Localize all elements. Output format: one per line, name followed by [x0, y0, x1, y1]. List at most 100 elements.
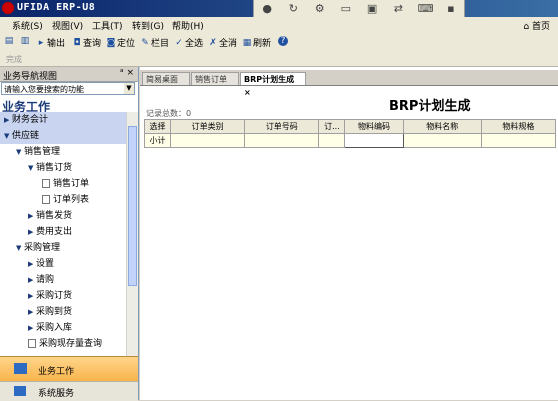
- nav-item[interactable]: 订单列表: [0, 192, 126, 208]
- refresh-icon: ▦: [242, 37, 252, 48]
- col-material-spec[interactable]: 物料规格: [480, 119, 557, 134]
- home-icon: ⌂: [523, 22, 530, 32]
- tab-brp-plan[interactable]: BRP计划生成 ×: [240, 72, 306, 97]
- nav-tree: ▶ 财务会计 ▼ 供应链 ▼ 销售管理 ▼ 销售订货 销售订单 订单列表 ▶ 销售发货 ▶ 费用支出 ▼ 采购…: [0, 112, 126, 358]
- menu-view[interactable]: 视图(V): [52, 19, 83, 32]
- nav-item[interactable]: ▼ 销售订货: [0, 160, 126, 176]
- nav-item-label: 供应链: [12, 131, 40, 141]
- col-order-number[interactable]: 订单号码: [244, 119, 320, 134]
- collapse-arrow-icon[interactable]: ▶: [28, 288, 36, 304]
- refresh-icon[interactable]: ↻: [286, 2, 300, 15]
- nav-item-label: 费用支出: [36, 227, 73, 237]
- col-material-code[interactable]: 物料编码: [344, 119, 404, 134]
- nav-item-label: 请购: [36, 275, 55, 285]
- deselect-all-button[interactable]: ✗ 全消: [208, 36, 238, 50]
- query-button[interactable]: ◘ 查询: [72, 36, 102, 50]
- main-area: 简易桌面 销售订单 BRP计划生成 × 记录总数：0 BRP计划生成 选择 订单…: [140, 67, 558, 400]
- nav-item[interactable]: ▼ 销售管理: [0, 144, 126, 160]
- pin-icon[interactable]: ᵃ: [120, 68, 124, 78]
- tab-bar: 简易桌面 销售订单 BRP计划生成 ×: [140, 70, 558, 97]
- expand-arrow-icon[interactable]: ▼: [28, 160, 36, 176]
- collapse-arrow-icon[interactable]: ▶: [28, 208, 36, 224]
- chat-icon[interactable]: ▭: [339, 2, 353, 15]
- keyboard-icon[interactable]: ⌨: [418, 2, 434, 15]
- menu-goto[interactable]: 转到(G): [132, 19, 164, 32]
- nav-item[interactable]: ▶ 费用支出: [0, 224, 126, 240]
- col-select[interactable]: 选择: [143, 119, 172, 134]
- gear-icon[interactable]: ⚙: [313, 2, 327, 15]
- collapse-arrow-icon[interactable]: ▶: [28, 224, 36, 240]
- grid-cell[interactable]: [318, 133, 346, 148]
- nav-item-label: 设置: [36, 259, 55, 269]
- monitor-icon[interactable]: ▣: [365, 2, 379, 15]
- help-icon: ?: [278, 36, 288, 46]
- select-all-button[interactable]: ✓ 全选: [174, 36, 203, 50]
- menu-system[interactable]: 系统(S): [12, 19, 43, 32]
- locate-icon: ◙: [106, 37, 116, 48]
- finish-button[interactable]: 完成: [6, 54, 22, 65]
- app-logo-icon: [2, 2, 14, 14]
- expand-arrow-icon[interactable]: ▼: [4, 128, 12, 144]
- nav-item[interactable]: ▶ 采购到货: [0, 304, 126, 320]
- collapse-arrow-icon[interactable]: ▶: [28, 256, 36, 272]
- refresh-button[interactable]: ▦ 刷新: [242, 36, 271, 50]
- col-order-truncated[interactable]: 订...: [318, 119, 346, 134]
- help-button[interactable]: ?: [278, 36, 289, 46]
- columns-button[interactable]: ✎ 栏目: [140, 36, 170, 50]
- nav-panel-header: 业务导航视图 ᵃ ×: [0, 67, 138, 82]
- nav-panel: 业务导航视图 ᵃ × 请输入您要搜索的功能 ▼ 业务工作 ▶ 财务会计 ▼ 供应链 ▼ 销…: [0, 67, 139, 401]
- nav-item[interactable]: ▶ 请购: [0, 272, 126, 288]
- collapse-arrow-icon[interactable]: ▶: [28, 320, 36, 336]
- preview-button[interactable]: ▥: [20, 36, 31, 46]
- grid-cell-selected[interactable]: [344, 133, 404, 148]
- expand-arrow-icon[interactable]: ▼: [16, 144, 24, 160]
- collapse-arrow-icon[interactable]: ▶: [28, 304, 36, 320]
- grid-cell[interactable]: [244, 133, 320, 148]
- col-material-name[interactable]: 物料名称: [402, 119, 482, 134]
- nav-bottom-system[interactable]: 系统服务: [0, 381, 138, 401]
- export-button[interactable]: ▸ 输出: [36, 36, 65, 50]
- query-label: 查询: [83, 39, 102, 49]
- chevron-down-icon[interactable]: ▼: [124, 83, 134, 94]
- nav-item[interactable]: 采购现存量查询: [0, 336, 126, 352]
- locate-button[interactable]: ◙ 定位: [106, 36, 135, 50]
- grid-cell[interactable]: [480, 133, 557, 148]
- columns-label: 栏目: [151, 39, 170, 49]
- menu-tools[interactable]: 工具(T): [92, 19, 123, 32]
- transfer-icon[interactable]: ⇄: [391, 2, 405, 15]
- menu-help[interactable]: 帮助(H): [172, 19, 204, 32]
- nav-search-input[interactable]: 请输入您要搜索的功能 ▼: [1, 82, 135, 95]
- nav-panel-close-icon[interactable]: ᵃ ×: [120, 68, 134, 78]
- print-button[interactable]: ▤: [4, 36, 15, 46]
- deselect-all-label: 全消: [219, 39, 238, 49]
- nav-item[interactable]: 销售订单: [0, 176, 126, 192]
- grid-cell[interactable]: [402, 133, 482, 148]
- nav-bottom-business[interactable]: 业务工作: [0, 356, 138, 382]
- home-link[interactable]: ⌂ 首页: [523, 19, 550, 32]
- collapse-arrow-icon[interactable]: ▶: [28, 272, 36, 288]
- col-order-type[interactable]: 订单类别: [170, 119, 246, 134]
- pin-icon[interactable]: ▪: [444, 2, 458, 15]
- nav-panel-title: 业务导航视图: [3, 72, 58, 82]
- window-controls[interactable]: [506, 0, 558, 17]
- nav-search-placeholder: 请输入您要搜索的功能: [4, 85, 84, 94]
- tab-simple-desktop[interactable]: 简易桌面: [142, 72, 190, 85]
- collapse-arrow-icon[interactable]: ▶: [4, 112, 12, 128]
- nav-item[interactable]: ▼ 采购管理: [0, 240, 126, 256]
- nav-item[interactable]: ▶ 设置: [0, 256, 126, 272]
- nav-item[interactable]: ▶ 采购订货: [0, 288, 126, 304]
- subtotal-label: 小计: [143, 133, 172, 148]
- nav-item[interactable]: ▼ 供应链: [0, 128, 126, 144]
- nav-item-label: 采购现存量查询: [39, 339, 103, 349]
- nav-scrollbar-thumb[interactable]: [128, 126, 137, 286]
- export-icon: ▸: [38, 37, 44, 48]
- nav-item[interactable]: ▶ 财务会计: [0, 112, 126, 128]
- expand-arrow-icon[interactable]: ▼: [16, 240, 24, 256]
- nav-scrollbar[interactable]: [126, 112, 138, 358]
- nav-item[interactable]: ▶ 销售发货: [0, 208, 126, 224]
- record-icon[interactable]: ●: [260, 2, 274, 15]
- nav-item[interactable]: ▶ 采购入库: [0, 320, 126, 336]
- tab-sales-order[interactable]: 销售订单: [191, 72, 239, 85]
- tab-close-icon[interactable]: ×: [244, 88, 251, 97]
- grid-cell[interactable]: [170, 133, 246, 148]
